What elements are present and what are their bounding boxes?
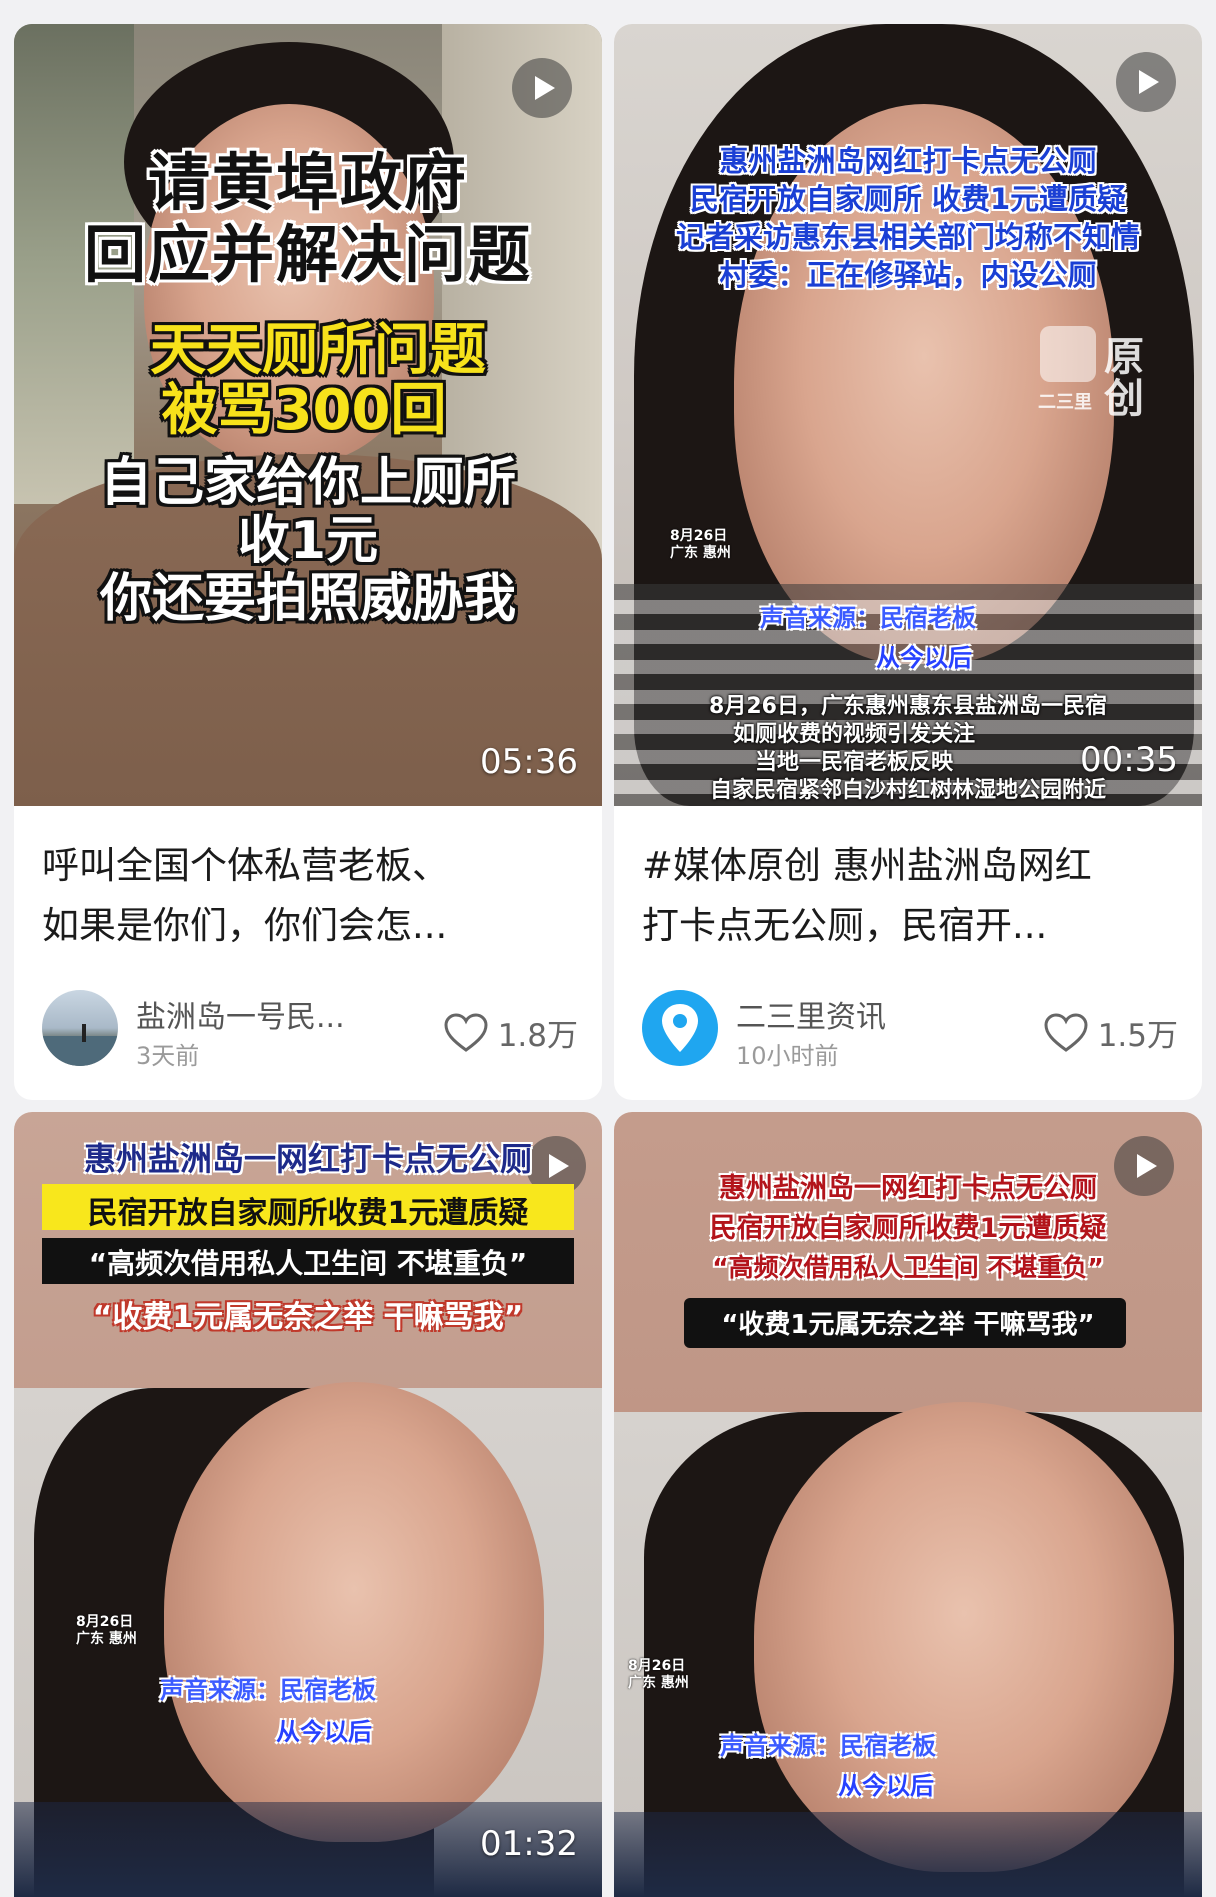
video-thumbnail[interactable]: 惠州盐洲岛一网红打卡点无公厕 民宿开放自家厕所收费1元遭质疑 “高频次借用私人卫… <box>14 1112 602 1897</box>
banner-1: 惠州盐洲岛一网红打卡点无公厕 <box>719 1173 1097 1204</box>
video-card-1[interactable]: 请黄埠政府 回应并解决问题 天天厕所问题 被骂300回 自己家给你上厕所 收1元… <box>14 24 602 1100</box>
location-line: 广东 惠州 <box>670 545 731 561</box>
video-duration: 01:32 <box>480 1824 578 1864</box>
date-line: 8月26日 <box>628 1658 686 1674</box>
video-thumbnail[interactable]: 惠州盐洲岛网红打卡点无公厕 民宿开放自家厕所 收费1元遭质疑 记者采访惠东县相关… <box>614 24 1202 806</box>
banner-2: 民宿开放自家厕所收费1元遭质疑 <box>87 1196 529 1231</box>
location-pin-icon <box>662 1004 698 1052</box>
overlay-blue-4: 村委：正在修驿站，内设公厕 <box>719 258 1097 292</box>
banner-3: “高频次借用私人卫生间 不堪重负” <box>712 1253 1104 1282</box>
banner-3: “高频次借用私人卫生间 不堪重负” <box>88 1247 528 1280</box>
date-label: 8月26日 广东 惠州 <box>670 528 731 562</box>
subtitle: 从今以后 <box>876 644 972 672</box>
overlay-white-3: 你还要拍照威胁我 <box>99 569 516 629</box>
date-line: 8月26日 <box>76 1614 134 1630</box>
heart-icon <box>444 1012 488 1052</box>
overlay-yellow-2: 被骂300回 <box>161 378 447 443</box>
video-title-line-2[interactable]: 打卡点无公厕，民宿开... <box>642 896 1178 956</box>
video-duration: 05:36 <box>480 742 578 782</box>
overlay-white-4: 自家民宿紧邻白沙村红树林湿地公园附近 <box>709 778 1106 803</box>
video-thumbnail[interactable]: 惠州盐洲岛一网红打卡点无公厕 民宿开放自家厕所收费1元遭质疑 “高频次借用私人卫… <box>614 1112 1202 1897</box>
post-time: 10小时前 <box>736 1042 839 1070</box>
play-icon[interactable] <box>1116 52 1176 112</box>
voice-source: 声音来源：民宿老板 <box>720 1732 936 1760</box>
video-title-line-2[interactable]: 如果是你们，你们会怎... <box>42 896 578 956</box>
subtitle: 从今以后 <box>276 1718 372 1746</box>
voice-source: 声音来源：民宿老板 <box>760 604 976 632</box>
video-title-line-1[interactable]: #媒体原创 惠州盐洲岛网红 <box>642 836 1178 896</box>
author-row: 二三里资讯 10小时前 1.5万 <box>642 990 1178 1070</box>
banner-1: 惠州盐洲岛一网红打卡点无公厕 <box>83 1140 532 1178</box>
subtitle: 从今以后 <box>838 1772 934 1800</box>
author-row: 盐洲岛一号民... 3天前 1.8万 <box>42 990 578 1070</box>
video-duration: 00:35 <box>1080 740 1178 780</box>
like-button[interactable]: 1.5万 <box>1044 1010 1178 1055</box>
overlay-white-3: 当地一民宿老板反映 <box>754 750 953 775</box>
overlay-white-2: 如厕收费的视频引发关注 <box>732 722 975 747</box>
overlay-white-2: 收1元 <box>237 511 379 571</box>
video-card-4[interactable]: 惠州盐洲岛一网红打卡点无公厕 民宿开放自家厕所收费1元遭质疑 “高频次借用私人卫… <box>614 1112 1202 1897</box>
location-line: 广东 惠州 <box>628 1675 689 1691</box>
watermark-char-2: 创 <box>1104 376 1144 422</box>
heart-icon <box>1044 1012 1088 1052</box>
post-time: 3天前 <box>136 1042 200 1070</box>
avatar[interactable] <box>42 990 118 1066</box>
avatar[interactable] <box>642 990 718 1066</box>
watermark-text: 二三里 <box>1038 392 1092 413</box>
play-icon[interactable] <box>512 58 572 118</box>
like-button[interactable]: 1.8万 <box>444 1010 578 1055</box>
video-card-2[interactable]: 惠州盐洲岛网红打卡点无公厕 民宿开放自家厕所 收费1元遭质疑 记者采访惠东县相关… <box>614 24 1202 1100</box>
overlay-headline-2: 回应并解决问题 <box>83 218 532 291</box>
overlay-yellow-1: 天天厕所问题 <box>150 318 486 383</box>
date-label: 8月26日 广东 惠州 <box>628 1658 689 1692</box>
video-title-line-1[interactable]: 呼叫全国个体私营老板、 <box>42 836 578 896</box>
like-count: 1.8万 <box>497 1018 578 1054</box>
date-label: 8月26日 广东 惠州 <box>76 1614 137 1648</box>
overlay-blue-1: 惠州盐洲岛网红打卡点无公厕 <box>719 144 1097 178</box>
banner-4: “收费1元属无奈之举 干嘛骂我” <box>721 1310 1095 1340</box>
author-name[interactable]: 盐洲岛一号民... <box>136 992 345 1036</box>
overlay-white-1: 8月26日，广东惠州惠东县盐洲岛一民宿 <box>709 694 1107 719</box>
video-thumbnail[interactable]: 请黄埠政府 回应并解决问题 天天厕所问题 被骂300回 自己家给你上厕所 收1元… <box>14 24 602 806</box>
author-name[interactable]: 二三里资讯 <box>736 992 886 1036</box>
like-count: 1.5万 <box>1097 1018 1178 1054</box>
watermark-logo: 原 创 二三里 <box>1038 324 1168 422</box>
overlay-blue-2: 民宿开放自家厕所 收费1元遭质疑 <box>689 182 1127 216</box>
overlay-blue-3: 记者采访惠东县相关部门均称不知情 <box>675 220 1140 254</box>
banner-4: “收费1元属无奈之举 干嘛骂我” <box>92 1300 524 1335</box>
location-line: 广东 惠州 <box>76 1631 137 1647</box>
video-card-3[interactable]: 惠州盐洲岛一网红打卡点无公厕 民宿开放自家厕所收费1元遭质疑 “高频次借用私人卫… <box>14 1112 602 1897</box>
overlay-white-1: 自己家给你上厕所 <box>99 453 516 513</box>
banner-2: 民宿开放自家厕所收费1元遭质疑 <box>709 1213 1107 1244</box>
voice-source: 声音来源：民宿老板 <box>160 1676 376 1704</box>
date-line: 8月26日 <box>670 528 728 544</box>
